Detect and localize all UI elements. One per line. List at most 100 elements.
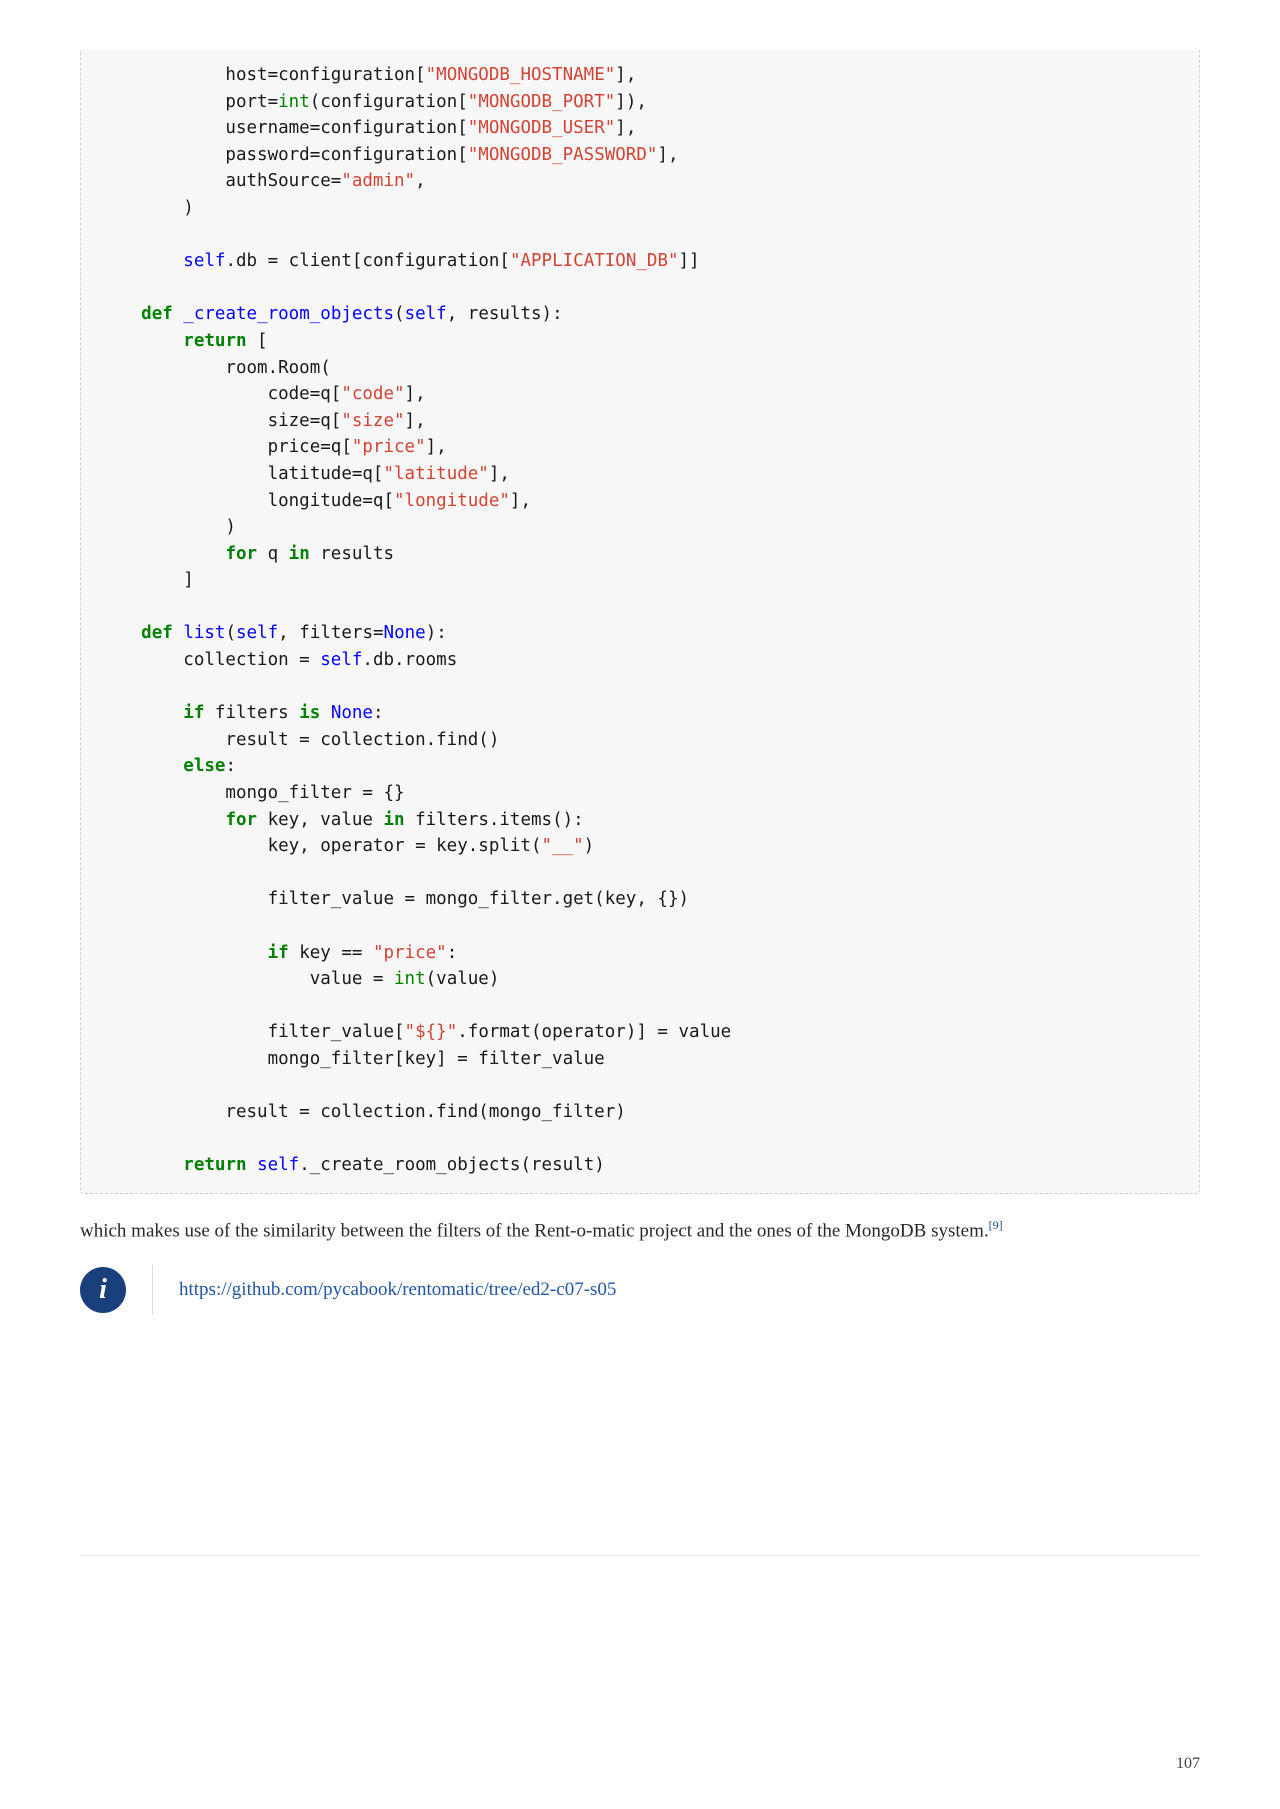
- code-line: key, operator = key.split("__"): [99, 836, 594, 856]
- code-token: ],: [489, 464, 510, 484]
- code-token: [99, 251, 183, 271]
- code-token: "__": [542, 836, 584, 856]
- code-token: [99, 810, 225, 830]
- code-token: q: [257, 544, 289, 564]
- code-line: for q in results: [99, 544, 394, 564]
- code-token: ],: [405, 411, 426, 431]
- code-token: ,: [415, 171, 426, 191]
- code-token: ._create_room_objects(result): [299, 1155, 605, 1175]
- code-token: [247, 1155, 258, 1175]
- code-token: (: [394, 304, 405, 324]
- code-line: filter_value["${}".format(operator)] = v…: [99, 1022, 731, 1042]
- info-icon-glyph: i: [99, 1274, 107, 1306]
- code-token: self: [405, 304, 447, 324]
- code-token: ],: [657, 145, 678, 165]
- code-token: price=q[: [99, 437, 352, 457]
- code-line: size=q["size"],: [99, 411, 426, 431]
- admonition-note: i https://github.com/pycabook/rentomatic…: [80, 1265, 1200, 1315]
- code-token: value =: [99, 969, 394, 989]
- code-token: else: [183, 756, 225, 776]
- code-token: ): [99, 517, 236, 537]
- code-line: host=configuration["MONGODB_HOSTNAME"],: [99, 65, 636, 85]
- code-token: ],: [426, 437, 447, 457]
- code-token: result = collection.find(): [99, 730, 499, 750]
- footer-rule: [80, 1555, 1200, 1556]
- code-token: :: [447, 943, 458, 963]
- code-token: .db.rooms: [362, 650, 457, 670]
- code-token: if: [268, 943, 289, 963]
- code-line: if filters is None:: [99, 703, 384, 723]
- code-token: [99, 943, 268, 963]
- source-link[interactable]: https://github.com/pycabook/rentomatic/t…: [179, 1279, 616, 1300]
- code-token: "price": [352, 437, 426, 457]
- code-line: latitude=q["latitude"],: [99, 464, 510, 484]
- code-token: code=q[: [99, 384, 341, 404]
- code-token: [173, 304, 184, 324]
- code-token: size=q[: [99, 411, 341, 431]
- code-token: ],: [615, 118, 636, 138]
- code-token: (value): [426, 969, 500, 989]
- code-token: in: [289, 544, 310, 564]
- code-token: None: [384, 623, 426, 643]
- code-token: self: [257, 1155, 299, 1175]
- body-paragraph: which makes use of the similarity betwee…: [80, 1216, 1200, 1247]
- code-token: username=configuration[: [99, 118, 468, 138]
- code-token: in: [383, 810, 404, 830]
- code-token: for: [225, 544, 257, 564]
- code-token: , filters=: [278, 623, 383, 643]
- code-token: [99, 703, 183, 723]
- code-token: ],: [615, 65, 636, 85]
- code-line: self.db = client[configuration["APPLICAT…: [99, 251, 700, 271]
- code-line: mongo_filter[key] = filter_value: [99, 1049, 605, 1069]
- code-token: [99, 304, 141, 324]
- code-token: ": [447, 1022, 458, 1042]
- code-token: filter_value[: [99, 1022, 405, 1042]
- code-line: ]: [99, 570, 194, 590]
- code-token: key, value: [257, 810, 383, 830]
- code-token: "MONGODB_HOSTNAME": [426, 65, 616, 85]
- code-token: .db = client[configuration[: [225, 251, 509, 271]
- code-token: host=configuration[: [99, 65, 426, 85]
- code-token: longitude=q[: [99, 491, 394, 511]
- code-token: key, operator = key.split(: [99, 836, 542, 856]
- code-token: ]]: [679, 251, 700, 271]
- code-token: "$: [405, 1022, 426, 1042]
- code-line: password=configuration["MONGODB_PASSWORD…: [99, 145, 679, 165]
- code-token: self: [183, 251, 225, 271]
- code-token: ]: [99, 570, 194, 590]
- code-token: int: [394, 969, 426, 989]
- code-token: "APPLICATION_DB": [510, 251, 679, 271]
- code-token: port=: [99, 92, 278, 112]
- code-token: [99, 1155, 183, 1175]
- code-token: "admin": [341, 171, 415, 191]
- code-line: longitude=q["longitude"],: [99, 491, 531, 511]
- code-token: for: [225, 810, 257, 830]
- code-token: results: [310, 544, 394, 564]
- code-token: self: [320, 650, 362, 670]
- code-line: mongo_filter = {}: [99, 783, 405, 803]
- code-token: int: [278, 92, 310, 112]
- code-token: ):: [426, 623, 447, 643]
- code-line: else:: [99, 756, 236, 776]
- code-line: ): [99, 517, 236, 537]
- code-line: price=q["price"],: [99, 437, 447, 457]
- code-token: room.Room(: [99, 358, 331, 378]
- code-line: port=int(configuration["MONGODB_PORT"]),: [99, 92, 647, 112]
- code-token: "price": [373, 943, 447, 963]
- code-token: "size": [341, 411, 404, 431]
- code-token: filters: [204, 703, 299, 723]
- code-token: [320, 703, 331, 723]
- code-token: self: [236, 623, 278, 643]
- code-line: authSource="admin",: [99, 171, 426, 191]
- footnote-ref-link[interactable]: [9]: [989, 1218, 1003, 1232]
- code-token: list: [183, 623, 225, 643]
- code-line: return [: [99, 331, 268, 351]
- code-token: , results):: [447, 304, 563, 324]
- code-line: collection = self.db.rooms: [99, 650, 457, 670]
- code-token: ): [99, 198, 194, 218]
- code-token: "code": [341, 384, 404, 404]
- code-token: (: [225, 623, 236, 643]
- code-line: username=configuration["MONGODB_USER"],: [99, 118, 636, 138]
- code-token: password=configuration[: [99, 145, 468, 165]
- code-token: [: [247, 331, 268, 351]
